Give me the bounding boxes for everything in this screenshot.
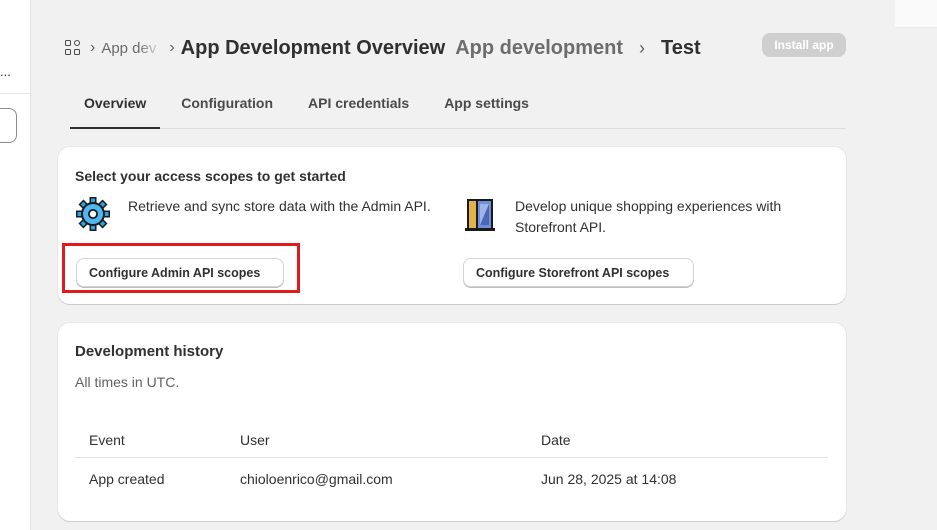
chevron-right-icon: › — [169, 39, 175, 56]
highlight-box — [62, 243, 300, 293]
storefront-api-description: Develop unique shopping experiences with… — [515, 198, 782, 235]
user-cell: chioloenrico@gmail.com — [240, 471, 393, 487]
chevron-right-icon: › — [638, 37, 645, 58]
storefront-api-section: Develop unique shopping experiences with… — [462, 196, 832, 238]
chevron-right-icon: › — [90, 39, 96, 56]
development-history-card: Development history All times in UTC. Ev… — [58, 323, 846, 521]
tab-app-settings[interactable]: App settings — [430, 88, 543, 128]
tab-bar: Overview Configuration API credentials A… — [70, 88, 846, 129]
sidebar-divider — [0, 93, 31, 94]
page-title: App Development Overview — [180, 36, 446, 59]
development-history-title: Development history — [75, 343, 224, 360]
admin-api-description: Retrieve and sync store data with the Ad… — [128, 198, 431, 214]
storefront-icon — [465, 199, 495, 231]
top-right-panel — [895, 0, 937, 28]
breadcrumb-app-development[interactable]: App dev — [101, 40, 163, 57]
access-scopes-title: Select your access scopes to get started — [75, 168, 346, 184]
sidebar: ... — [0, 0, 31, 530]
sidebar-truncated-text: ... — [0, 64, 11, 79]
app-name: Test — [660, 36, 701, 59]
tab-configuration[interactable]: Configuration — [167, 88, 287, 128]
timezone-note: All times in UTC. — [75, 374, 180, 390]
column-header-user: User — [240, 431, 270, 448]
apps-icon[interactable] — [64, 38, 82, 57]
event-cell: App created — [89, 471, 165, 487]
table-header: Event User Date — [75, 422, 828, 458]
tab-overview[interactable]: Overview — [70, 88, 161, 129]
sidebar-search-field[interactable] — [0, 108, 17, 143]
table-row: App created chioloenrico@gmail.com Jun 2… — [75, 458, 828, 500]
tab-api-credentials[interactable]: API credentials — [294, 88, 423, 128]
date-cell: Jun 28, 2025 at 14:08 — [541, 471, 677, 487]
install-app-button[interactable]: Install app — [762, 33, 846, 57]
breadcrumb: › App dev › App Development Overview App… — [64, 34, 701, 62]
history-table: Event User Date App created chioloenrico… — [75, 422, 828, 500]
column-header-date: Date — [541, 431, 571, 448]
column-header-event: Event — [89, 431, 125, 448]
admin-api-section: Retrieve and sync store data with the Ad… — [75, 196, 445, 232]
page-subtitle: App development — [455, 36, 623, 59]
configure-storefront-api-scopes-button[interactable]: Configure Storefront API scopes — [463, 258, 694, 287]
gear-icon — [76, 197, 110, 231]
